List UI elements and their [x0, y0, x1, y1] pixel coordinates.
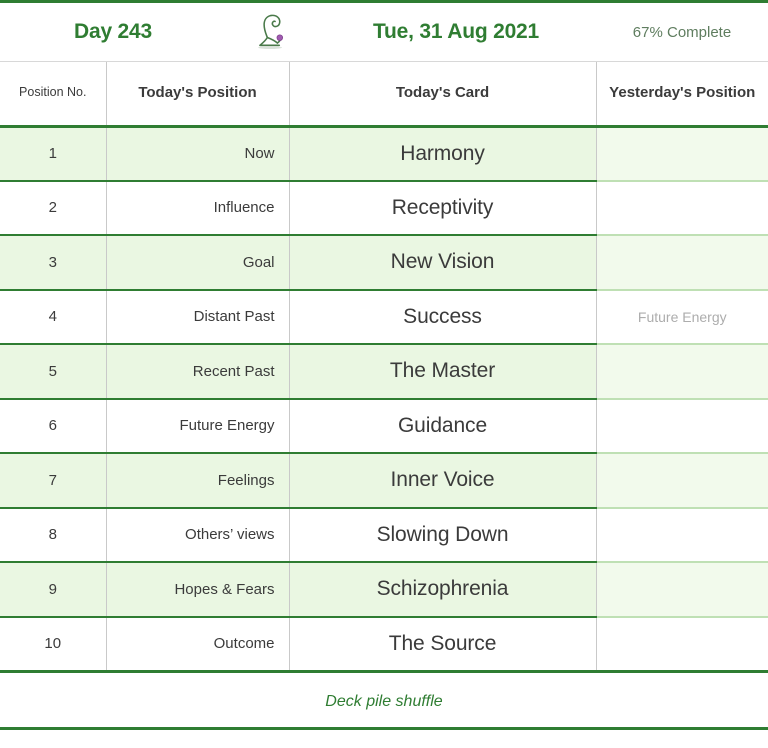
header-bar: Day 243 Tue, 31 Aug 2021 67% Complete [0, 3, 768, 62]
table-row[interactable]: 7 Feelings Inner Voice [0, 453, 768, 509]
cell-position-no: 5 [0, 344, 107, 400]
progress-label: 67% Complete [632, 23, 732, 41]
cell-position-no: 4 [0, 289, 107, 345]
spread-sheet: Day 243 Tue, 31 Aug 2021 67% Complete Po… [0, 0, 768, 748]
cell-todays-position: Distant Past [106, 289, 290, 345]
cell-yesterdays-position [596, 616, 768, 673]
cell-todays-card: New Vision [289, 235, 597, 291]
day-cell: Day 243 [0, 3, 226, 61]
cell-position-no: 2 [0, 180, 107, 236]
cell-todays-position: Feelings [106, 453, 290, 509]
cell-todays-position: Influence [106, 180, 290, 236]
deck-shuffle-note: Deck pile shuffle [325, 692, 443, 710]
table-row[interactable]: 1 Now Harmony [0, 126, 768, 182]
table-body: 1 Now Harmony 2 Influence Receptivity 3 Goal New… [0, 126, 768, 673]
cell-todays-position: Future Energy [106, 398, 290, 454]
cell-position-no: 3 [0, 235, 107, 291]
table-row[interactable]: 8 Others’ views Slowing Down [0, 507, 768, 563]
cell-todays-position: Others’ views [106, 507, 290, 563]
logo-cell [226, 3, 316, 61]
cell-position-no: 9 [0, 562, 107, 618]
cell-position-no: 1 [0, 126, 107, 182]
readings-table: Position No. Today's Position Today's Ca… [0, 62, 768, 673]
cell-yesterdays-position [596, 126, 768, 182]
cell-todays-card: Success [289, 289, 597, 345]
cell-position-no: 7 [0, 453, 107, 509]
cell-todays-card: Receptivity [289, 180, 597, 236]
cell-todays-card: Harmony [289, 126, 597, 182]
cell-todays-card: Inner Voice [289, 453, 597, 509]
cell-todays-position: Recent Past [106, 344, 290, 400]
column-header-todays-position: Today's Position [106, 62, 290, 128]
date-title: Tue, 31 Aug 2021 [372, 20, 540, 43]
cell-yesterdays-position [596, 235, 768, 291]
table-header: Position No. Today's Position Today's Ca… [0, 62, 768, 128]
cell-position-no: 8 [0, 507, 107, 563]
cell-todays-position: Goal [106, 235, 290, 291]
column-header-position-no: Position No. [0, 62, 107, 128]
table-row[interactable]: 9 Hopes & Fears Schizophrenia [0, 562, 768, 618]
day-title: Day 243 [74, 20, 152, 43]
footer-inner: Deck pile shuffle [325, 673, 442, 711]
cell-yesterdays-position [596, 507, 768, 563]
cell-todays-card: Guidance [289, 398, 597, 454]
bottom-spacer [0, 730, 768, 748]
cell-todays-position: Now [106, 126, 290, 182]
cell-yesterdays-position [596, 562, 768, 618]
cell-position-no: 10 [0, 616, 107, 673]
column-header-yesterdays-position: Yesterday's Position [596, 62, 768, 128]
table-row[interactable]: 5 Recent Past The Master [0, 344, 768, 400]
progress-cell: 67% Complete [596, 3, 768, 61]
date-cell: Tue, 31 Aug 2021 [316, 3, 596, 61]
cell-todays-position: Hopes & Fears [106, 562, 290, 618]
table-row[interactable]: 10 Outcome The Source [0, 616, 768, 673]
cell-todays-card: Schizophrenia [289, 562, 597, 618]
cell-yesterdays-position: Future Energy [596, 289, 768, 345]
cell-yesterdays-position [596, 398, 768, 454]
cell-position-no: 6 [0, 398, 107, 454]
table-row[interactable]: 2 Influence Receptivity [0, 180, 768, 236]
table-row[interactable]: 6 Future Energy Guidance [0, 398, 768, 454]
footer-bar: Deck pile shuffle [0, 672, 768, 730]
table-row[interactable]: 3 Goal New Vision [0, 235, 768, 291]
seated-figure-logo-icon [258, 14, 284, 50]
logo-accent-dot [276, 34, 284, 41]
cell-todays-card: The Master [289, 344, 597, 400]
column-header-todays-card: Today's Card [289, 62, 597, 128]
cell-yesterdays-position [596, 180, 768, 236]
cell-todays-card: Slowing Down [289, 507, 597, 563]
cell-todays-card: The Source [289, 616, 597, 673]
table-row[interactable]: 4 Distant Past Success Future Energy [0, 289, 768, 345]
cell-yesterdays-position [596, 344, 768, 400]
cell-yesterdays-position [596, 453, 768, 509]
table-header-row: Position No. Today's Position Today's Ca… [0, 62, 768, 128]
cell-todays-position: Outcome [106, 616, 290, 673]
